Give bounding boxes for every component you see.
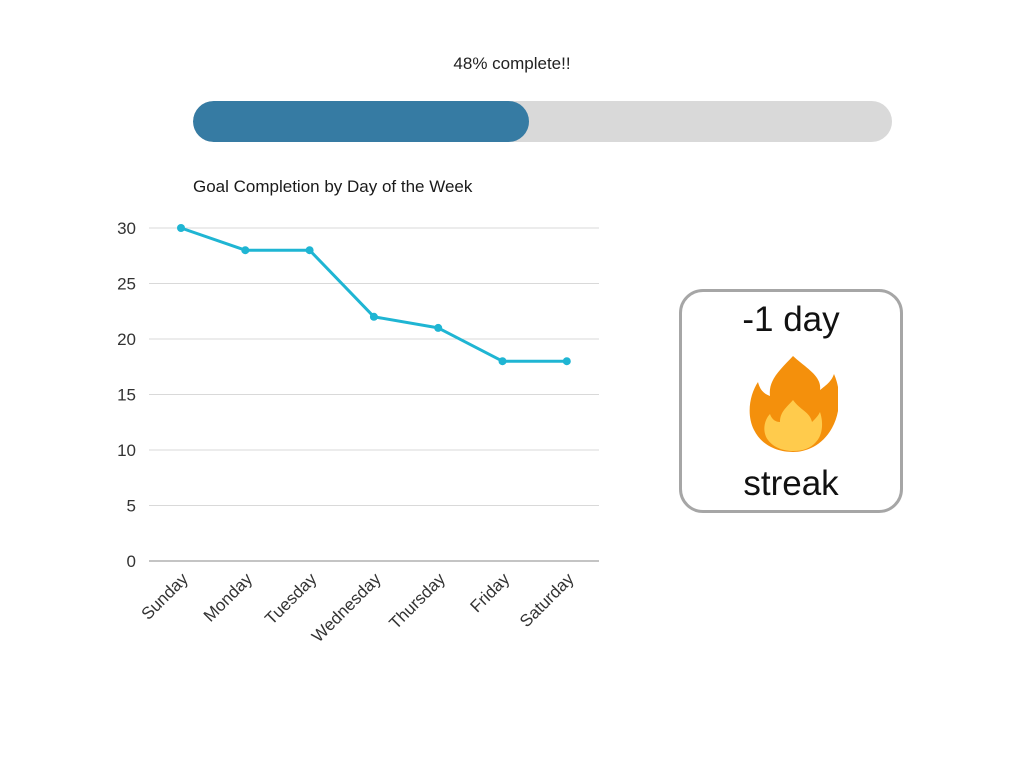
series-line [180,226,567,363]
y-tick-label: 20 [117,330,136,349]
streak-value: -1 day [742,300,840,339]
y-tick-label: 30 [117,219,136,238]
x-tick-label: Monday [200,569,257,626]
data-point [562,357,571,366]
x-tick-label: Saturday [516,569,578,631]
x-tick-label: Tuesday [261,569,320,628]
x-tick-label: Wednesday [308,569,385,646]
data-point [434,323,443,332]
data-point [498,357,507,366]
streak-label: streak [743,464,839,503]
chart-gridlines [149,227,599,506]
y-tick-label: 25 [117,275,136,294]
y-tick-label: 5 [127,497,136,516]
y-tick-label: 0 [127,552,136,571]
x-tick-label: Thursday [385,569,449,633]
streak-card: -1 day streak [679,289,903,513]
x-tick-label: Friday [466,569,513,616]
data-point [369,312,378,321]
x-tick-label: Sunday [138,569,193,624]
y-tick-label: 15 [117,386,136,405]
data-point [305,246,314,255]
chart-series [177,224,571,366]
data-point [241,246,250,255]
data-point [177,224,185,232]
fire-icon [749,356,838,452]
y-tick-label: 10 [117,441,136,460]
